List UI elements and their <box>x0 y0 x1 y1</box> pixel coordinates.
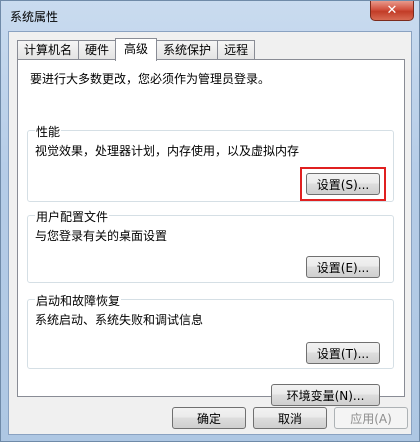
startup-recovery-description: 系统启动、系统失败和调试信息 <box>35 313 204 327</box>
tab-computer-name[interactable]: 计算机名 <box>17 40 80 60</box>
startup-recovery-group: 启动和故障恢复 系统启动、系统失败和调试信息 设置(T)... <box>27 292 394 369</box>
advanced-tab-panel: 要进行大多数更改，您必须作为管理员登录。 性能 视觉效果，处理器计划，内存使用，… <box>17 59 405 406</box>
highlight-box <box>300 167 386 201</box>
tab-advanced[interactable]: 高级 <box>115 38 158 61</box>
admin-note: 要进行大多数更改，您必须作为管理员登录。 <box>30 72 271 86</box>
dialog-client-area: 计算机名 硬件 高级 系统保护 远程 要进行大多数更改，您必须作为管理员登录。 … <box>8 31 412 435</box>
performance-description: 视觉效果，处理器计划，内存使用，以及虚拟内存 <box>35 144 300 158</box>
user-profiles-group: 用户配置文件 与您登录有关的桌面设置 设置(E)... <box>27 208 394 283</box>
user-profiles-description: 与您登录有关的桌面设置 <box>35 229 168 243</box>
tab-hardware[interactable]: 硬件 <box>78 40 117 60</box>
performance-group: 性能 视觉效果，处理器计划，内存使用，以及虚拟内存 设置(S)... <box>27 123 394 202</box>
window-title: 系统属性 <box>10 10 59 24</box>
cancel-button[interactable]: 取消 <box>253 407 327 429</box>
tab-system-protection[interactable]: 系统保护 <box>156 40 219 60</box>
tab-remote[interactable]: 远程 <box>217 40 256 60</box>
close-icon: ✕ <box>386 3 398 18</box>
ok-button[interactable]: 确定 <box>172 407 246 429</box>
system-properties-window: 系统属性 ✕ 计算机名 硬件 高级 系统保护 远程 要进行大多数更改，您必须作为… <box>0 0 420 442</box>
apply-button[interactable]: 应用(A) <box>334 407 408 429</box>
title-bar[interactable]: 系统属性 ✕ <box>1 1 419 31</box>
close-button[interactable]: ✕ <box>370 1 414 21</box>
user-profiles-settings-button[interactable]: 设置(E)... <box>306 256 380 278</box>
startup-recovery-settings-button[interactable]: 设置(T)... <box>306 342 380 364</box>
tab-strip: 计算机名 硬件 高级 系统保护 远程 <box>17 38 256 61</box>
user-profiles-group-label: 用户配置文件 <box>35 208 110 225</box>
environment-variables-button[interactable]: 环境变量(N)... <box>271 384 380 406</box>
performance-group-label: 性能 <box>35 123 62 140</box>
startup-recovery-group-label: 启动和故障恢复 <box>35 292 122 309</box>
